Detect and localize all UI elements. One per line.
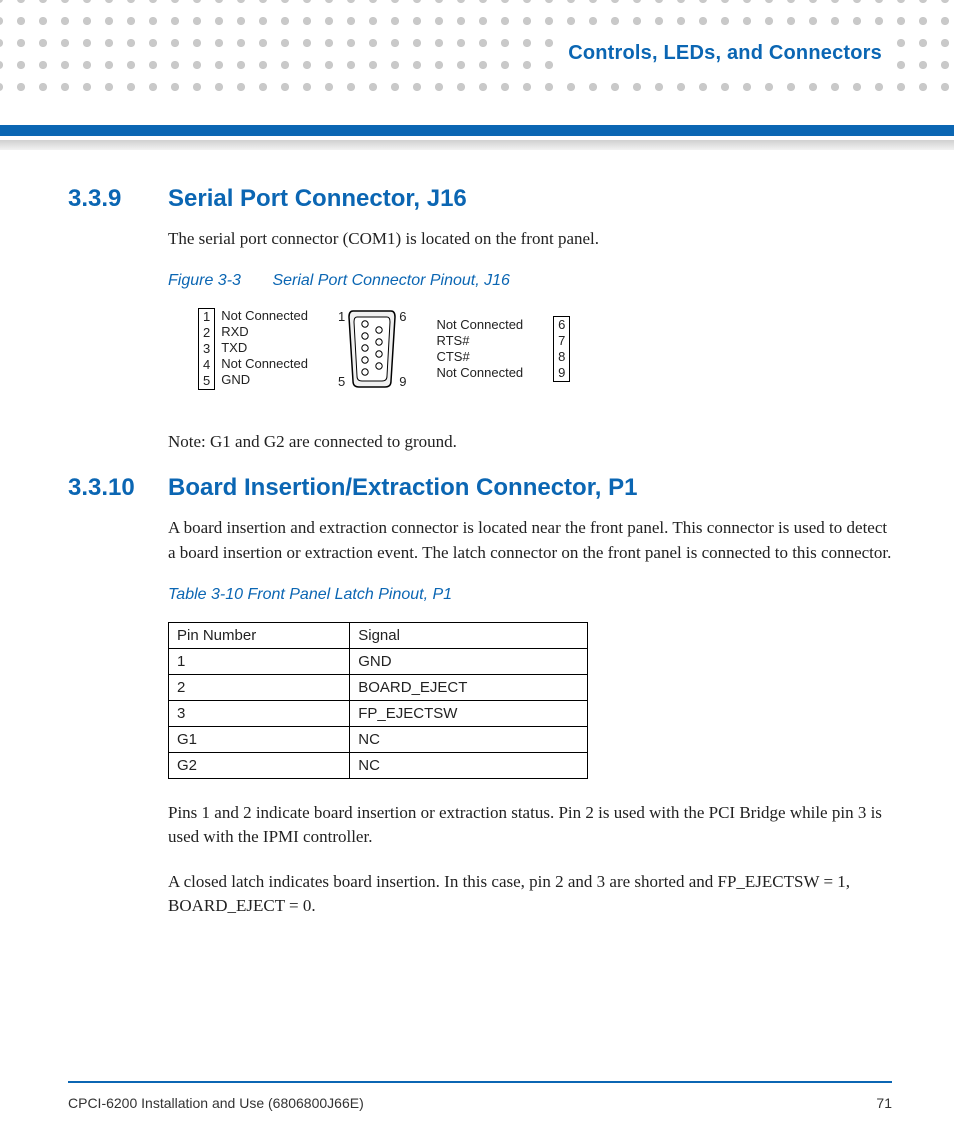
section2-para2: Pins 1 and 2 indicate board insertion or… [168,801,892,850]
db9-pin-1: 1 [338,309,345,324]
cell-pin: 1 [169,648,350,674]
figure-label: Figure 3-3 [168,272,268,290]
page-footer: CPCI-6200 Installation and Use (6806800J… [68,1095,892,1111]
chapter-title-wrap: Controls, LEDs, and Connectors [556,38,894,69]
pin-num: 1 [199,309,214,325]
table-row: 3FP_EJECTSW [169,700,588,726]
table-label: Table 3-10 Front Panel Latch Pinout, P1 [168,586,452,603]
left-pin-numbers-box: 1 2 3 4 5 [198,308,215,390]
pin-num: 9 [554,365,569,381]
footer-doc-title: CPCI-6200 Installation and Use (6806800J… [68,1095,364,1111]
cell-signal: NC [350,726,588,752]
section-number: 3.3.10 [68,474,168,502]
table-row: 2BOARD_EJECT [169,674,588,700]
pin-num: 4 [199,357,214,373]
section-title: Serial Port Connector, J16 [168,185,467,213]
section2-para3: A closed latch indicates board insertion… [168,870,892,919]
figure-caption: Figure 3-3 Serial Port Connector Pinout,… [168,272,892,290]
pin-num: 7 [554,333,569,349]
figure-title: Serial Port Connector Pinout, J16 [272,272,509,289]
pin-num: 8 [554,349,569,365]
pin-label: Not Connected [219,356,310,372]
left-pin-labels: Not Connected RXD TXD Not Connected GND [219,308,310,388]
section1-intro: The serial port connector (COM1) is loca… [168,227,892,252]
chapter-title: Controls, LEDs, and Connectors [568,42,882,64]
cell-signal: BOARD_EJECT [350,674,588,700]
db9-connector-icon: 1 5 [338,309,406,389]
section-heading: 3.3.9 Serial Port Connector, J16 [68,185,892,213]
pin-label: Not Connected [219,308,310,324]
serial-port-diagram: 1 2 3 4 5 Not Connected RXD TXD Not Conn… [198,308,892,390]
cell-signal: FP_EJECTSW [350,700,588,726]
footer-page-number: 71 [876,1095,892,1111]
footer-rule [68,1081,892,1083]
header-gray-edge [0,140,954,150]
pin-label: CTS# [434,349,525,365]
table-head-pin: Pin Number [169,622,350,648]
section2-intro: A board insertion and extraction connect… [168,516,892,565]
pin-num: 3 [199,341,214,357]
pin-label: TXD [219,340,310,356]
table-head-signal: Signal [350,622,588,648]
header-dot-pattern: Controls, LEDs, and Connectors [0,0,954,98]
pin-label: Not Connected [434,365,525,381]
db9-icon [347,309,397,389]
db9-pin-9: 9 [399,374,406,389]
cell-pin: G2 [169,752,350,778]
pin-label: RXD [219,324,310,340]
header-blue-bar [0,125,954,136]
right-pin-numbers-box: 6 7 8 9 [553,316,570,382]
pinout-table: Pin Number Signal 1GND 2BOARD_EJECT 3FP_… [168,622,588,779]
right-pin-labels: Not Connected RTS# CTS# Not Connected [434,317,525,381]
pin-num: 5 [199,373,214,389]
cell-pin: 2 [169,674,350,700]
section1-note: Note: G1 and G2 are connected to ground. [168,430,892,455]
pin-num: 2 [199,325,214,341]
table-row: 1GND [169,648,588,674]
pin-label: GND [219,372,310,388]
cell-signal: GND [350,648,588,674]
section-heading: 3.3.10 Board Insertion/Extraction Connec… [68,474,892,502]
table-row: G1NC [169,726,588,752]
section-title: Board Insertion/Extraction Connector, P1 [168,474,637,502]
pin-label: Not Connected [434,317,525,333]
pin-label: RTS# [434,333,525,349]
cell-signal: NC [350,752,588,778]
db9-pin-6: 6 [399,309,406,324]
page-content: 3.3.9 Serial Port Connector, J16 The ser… [68,185,892,939]
table-row: G2NC [169,752,588,778]
cell-pin: G1 [169,726,350,752]
pin-num: 6 [554,317,569,333]
cell-pin: 3 [169,700,350,726]
table-caption: Table 3-10 Front Panel Latch Pinout, P1 [168,586,892,604]
db9-pin-5: 5 [338,374,345,389]
section-number: 3.3.9 [68,185,168,213]
